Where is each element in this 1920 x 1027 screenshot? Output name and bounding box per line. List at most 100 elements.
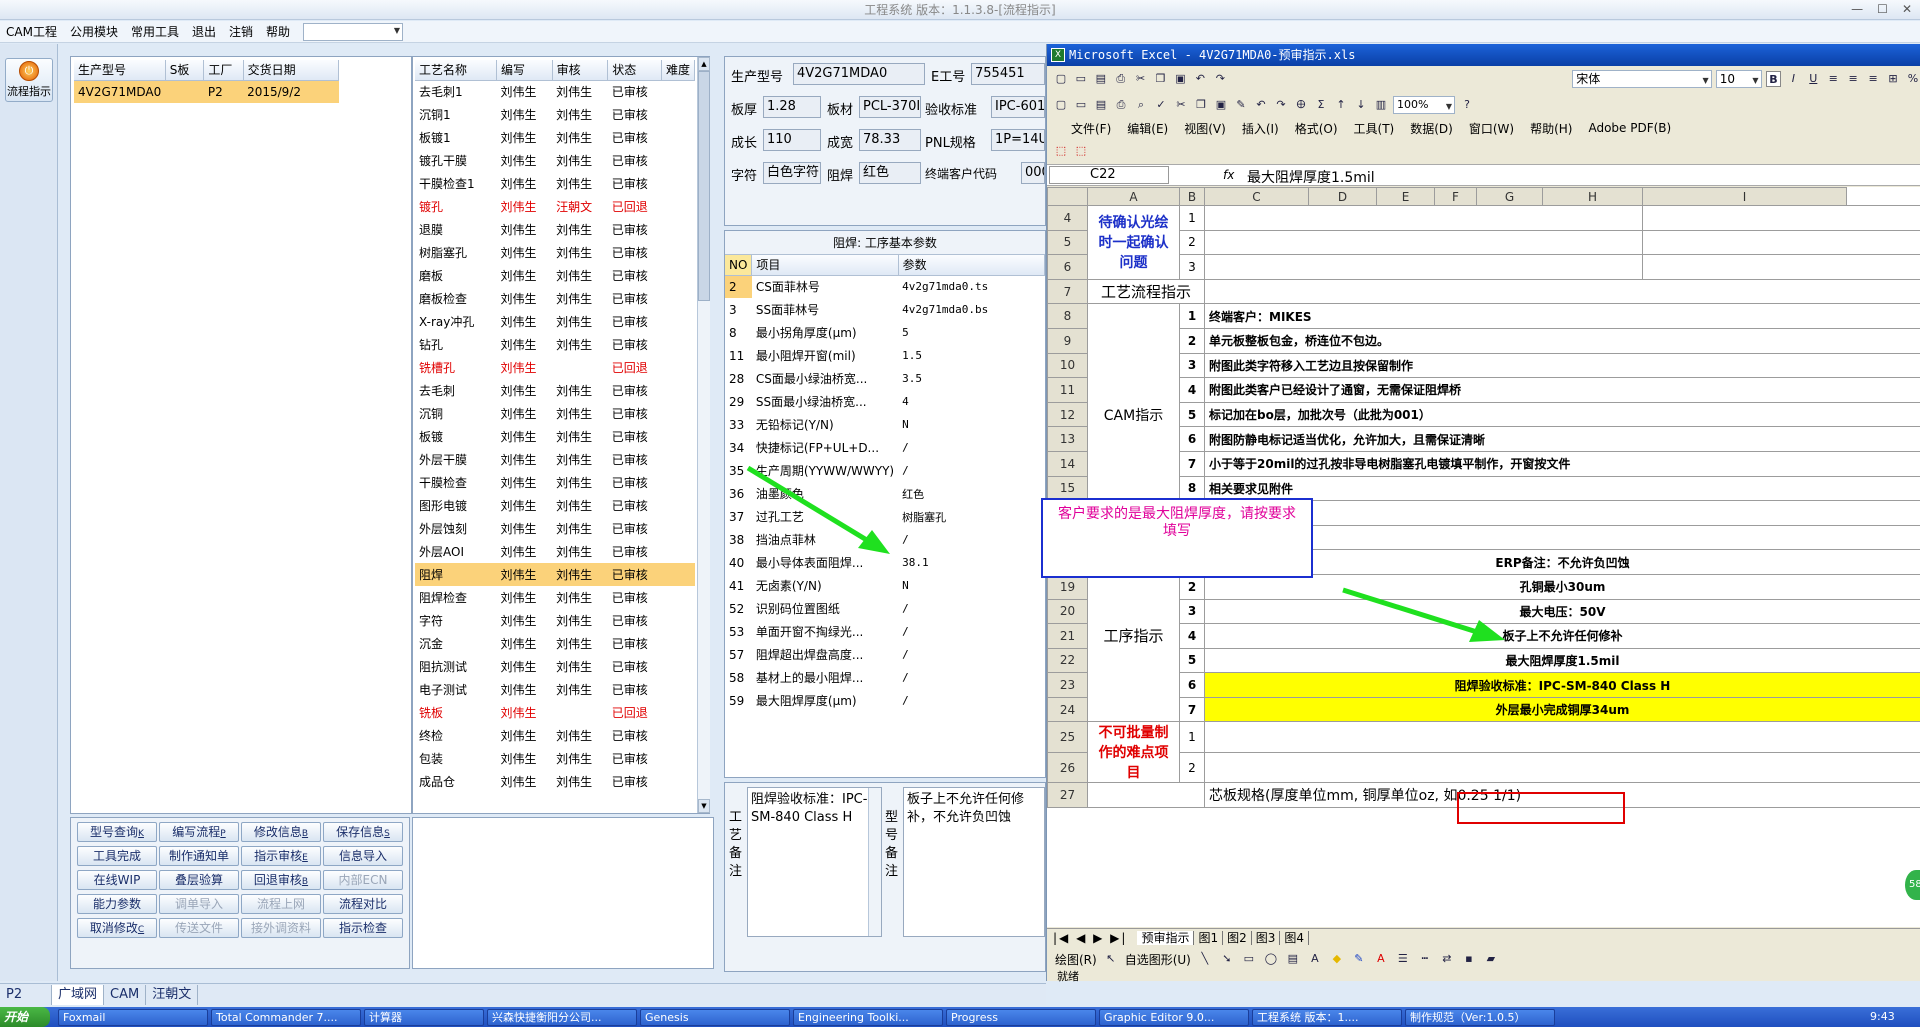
chart-icon[interactable]: ▥ <box>1373 97 1389 113</box>
cam-item[interactable]: 附图防静电标记适当优化，允许加大，且需保证清晰 <box>1204 426 1920 452</box>
col-delivery-date[interactable]: 交货日期 <box>243 60 340 81</box>
taskbar-item[interactable]: Foxmail <box>58 1008 208 1026</box>
dash-style-icon[interactable]: ┅ <box>1417 951 1433 967</box>
maximize-icon[interactable]: ☐ <box>1877 2 1888 16</box>
table-row[interactable]: 28 CS面最小绿油桥宽... 3.5 <box>725 367 1045 390</box>
row-header[interactable]: 11 <box>1047 377 1088 403</box>
cut-icon[interactable]: ✂ <box>1133 71 1149 87</box>
table-row[interactable]: 57 阻焊超出焊盘高度... / <box>725 643 1045 666</box>
copy-icon[interactable]: ❐ <box>1193 97 1209 113</box>
material-field[interactable]: PCL-370I <box>859 96 921 118</box>
table-row[interactable]: 沉铜 刘伟生 刘伟生 已审核 <box>415 402 695 425</box>
hard-item-cell[interactable] <box>1204 721 1920 753</box>
row-header[interactable]: 6 <box>1047 254 1088 280</box>
confirm-cell-extra[interactable] <box>1642 254 1920 280</box>
select-all-corner[interactable] <box>1047 187 1088 206</box>
hard-item-cell[interactable] <box>1204 751 1920 784</box>
excel-menu-item[interactable]: 编辑(E) <box>1127 120 1168 137</box>
cam-item[interactable]: 附图此类客户已经设计了通窗，无需保证阻焊桥 <box>1204 377 1920 403</box>
excel-menu-item[interactable]: 插入(I) <box>1242 120 1279 137</box>
row-header[interactable]: 25 <box>1047 721 1088 753</box>
align-center-icon[interactable]: ≡ <box>1845 71 1861 87</box>
menu-exit[interactable]: 退出 <box>192 23 216 40</box>
table-row[interactable]: 4V2G71MDA0 P2 2015/9/2 <box>74 80 339 103</box>
spell-icon[interactable]: ✓ <box>1153 97 1169 113</box>
confirm-cell[interactable] <box>1204 254 1643 280</box>
thickness-field[interactable]: 1.28 <box>763 96 821 118</box>
name-box[interactable]: C22 <box>1049 166 1169 184</box>
taskbar-item[interactable]: 计算器 <box>364 1008 484 1026</box>
taskbar-item[interactable]: Total Commander 7.... <box>211 1008 361 1026</box>
excel-menu-item[interactable]: 文件(F) <box>1071 120 1111 137</box>
save-icon[interactable]: ▤ <box>1093 97 1109 113</box>
sheet-tab[interactable]: 预审指示 <box>1137 931 1195 945</box>
action-button[interactable]: 传送文件 <box>159 918 239 938</box>
menu-common-module[interactable]: 公用模块 <box>70 23 118 40</box>
table-row[interactable]: 干膜检查 刘伟生 刘伟生 已审核 <box>415 471 695 494</box>
taskbar-item[interactable]: Engineering Toolki... <box>793 1008 943 1026</box>
col-item[interactable]: 项目 <box>751 255 899 276</box>
column-header[interactable]: H <box>1542 187 1643 206</box>
table-row[interactable]: 成品仓 刘伟生 刘伟生 已审核 <box>415 770 695 793</box>
hyperlink-icon[interactable]: 🜨 <box>1293 97 1309 113</box>
row-header[interactable]: 13 <box>1047 426 1088 452</box>
cut-icon[interactable]: ✂ <box>1173 97 1189 113</box>
table-row[interactable]: 外层蚀刻 刘伟生 刘伟生 已审核 <box>415 517 695 540</box>
underline-icon[interactable]: U <box>1805 71 1821 87</box>
function-icon[interactable]: fx <box>1223 168 1234 182</box>
confirm-cell-extra[interactable] <box>1642 205 1920 231</box>
process-item[interactable]: 外层最小完成铜厚34um <box>1204 696 1920 723</box>
paste-icon[interactable]: ▣ <box>1213 97 1229 113</box>
rectangle-icon[interactable]: ▭ <box>1241 951 1257 967</box>
status-factory[interactable]: P2 <box>0 984 52 1005</box>
line-style-icon[interactable]: ☰ <box>1395 951 1411 967</box>
process-item[interactable]: 阻焊验收标准：IPC-SM-840 Class H <box>1204 672 1920 698</box>
oval-icon[interactable]: ◯ <box>1263 951 1279 967</box>
italic-icon[interactable]: I <box>1785 71 1801 87</box>
cam-item[interactable]: 终端客户：MIKES <box>1204 303 1920 329</box>
row-header[interactable]: 24 <box>1047 696 1088 723</box>
taskbar-item[interactable]: Graphic Editor 9.0... <box>1099 1008 1249 1026</box>
table-row[interactable]: 41 无卤素(Y/N) N <box>725 574 1045 597</box>
solder-mask-field[interactable]: 红色 <box>859 162 921 184</box>
3d-icon[interactable]: ▰ <box>1483 951 1499 967</box>
col-reviewer[interactable]: 审核 <box>552 60 609 81</box>
action-button[interactable]: 制作通知单 <box>159 846 239 866</box>
size-combo[interactable]: 10 ▼ <box>1715 70 1762 88</box>
action-button[interactable]: 编写流程P <box>159 822 239 842</box>
table-row[interactable]: 包装 刘伟生 刘伟生 已审核 <box>415 747 695 770</box>
line-color-icon[interactable]: ✎ <box>1351 951 1367 967</box>
paste-icon[interactable]: ▣ <box>1173 71 1189 87</box>
zoom-combo[interactable]: 100% ▼ <box>1393 96 1455 114</box>
table-row[interactable]: 阻焊检查 刘伟生 刘伟生 已审核 <box>415 586 695 609</box>
process-item[interactable]: 孔铜最小30um <box>1204 573 1920 600</box>
pnl-field[interactable]: 1P=14U <box>991 129 1045 151</box>
font-color-icon[interactable]: A <box>1373 951 1389 967</box>
table-row[interactable]: 板镀1 刘伟生 刘伟生 已审核 <box>415 126 695 149</box>
col-model[interactable]: 生产型号 <box>74 60 166 81</box>
model-remark-text[interactable]: 板子上不允许任何修补，不允许负凹蚀 <box>903 787 1045 937</box>
table-row[interactable]: 34 快捷标记(FP+UL+D... / <box>725 436 1045 459</box>
menu-cam[interactable]: CAM工程 <box>6 23 57 40</box>
cam-item[interactable]: 相关要求见附件 <box>1204 475 1920 502</box>
process-item[interactable]: 板子上不允许任何修补 <box>1204 623 1920 649</box>
table-row[interactable]: 11 最小阻焊开窗(mil) 1.5 <box>725 344 1045 367</box>
table-row[interactable]: 树脂塞孔 刘伟生 刘伟生 已审核 <box>415 241 695 264</box>
row-header[interactable]: 21 <box>1047 623 1088 649</box>
new-icon[interactable]: ▢ <box>1053 97 1069 113</box>
taskbar-item[interactable]: 兴森快捷衡阳分公司... <box>487 1008 637 1026</box>
table-row[interactable]: 53 单面开窗不掏绿光... / <box>725 620 1045 643</box>
taskbar-item[interactable]: Genesis <box>640 1008 790 1026</box>
row-header[interactable]: 14 <box>1047 450 1088 477</box>
close-icon[interactable]: ✕ <box>1902 2 1912 16</box>
excel-menu-item[interactable]: 视图(V) <box>1184 120 1226 137</box>
sheet-tab[interactable]: 图4 <box>1280 931 1310 945</box>
new-icon[interactable]: ▢ <box>1053 71 1069 87</box>
row-header[interactable]: 4 <box>1047 205 1088 231</box>
excel-menu-item[interactable]: 帮助(H) <box>1530 120 1572 137</box>
help-icon[interactable]: ? <box>1459 97 1475 113</box>
row-header[interactable]: 27 <box>1047 782 1088 809</box>
table-row[interactable]: 外层干膜 刘伟生 刘伟生 已审核 <box>415 448 695 471</box>
copy-icon[interactable]: ❐ <box>1153 71 1169 87</box>
row-header[interactable]: 23 <box>1047 672 1088 698</box>
